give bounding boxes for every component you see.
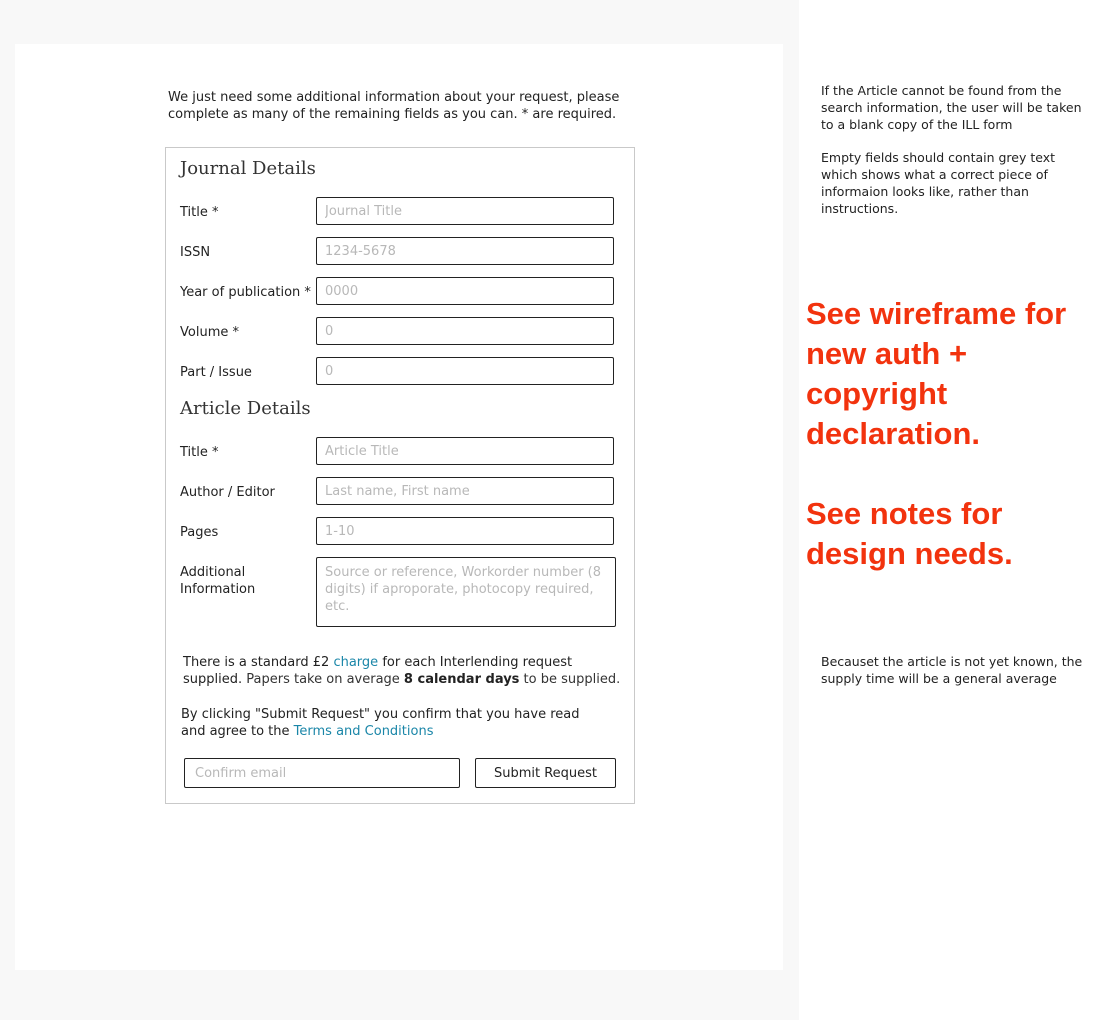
note-wireframe: See wireframe for new auth + copyright d… <box>806 296 1067 451</box>
issue-label: Part / Issue <box>180 365 252 380</box>
article-details-heading: Article Details <box>180 398 311 419</box>
volume-label: Volume * <box>180 325 239 340</box>
confirm-email-input[interactable] <box>184 758 460 788</box>
year-input[interactable] <box>316 277 614 305</box>
pages-input[interactable] <box>316 517 614 545</box>
charge-notice: There is a standard £2 charge for each I… <box>183 654 623 688</box>
pages-label: Pages <box>180 525 219 540</box>
note-article-not-found: If the Article cannot be found from the … <box>821 83 1082 132</box>
intro-text: We just need some additional information… <box>168 90 620 122</box>
author-label: Author / Editor <box>180 485 275 500</box>
terms-link[interactable]: Terms and Conditions <box>294 724 434 739</box>
article-title-input[interactable] <box>316 437 614 465</box>
charge-text-before: There is a standard £2 <box>183 655 334 670</box>
supply-days: 8 calendar days <box>403 672 520 687</box>
author-input[interactable] <box>316 477 614 505</box>
issue-input[interactable] <box>316 357 614 385</box>
volume-input[interactable] <box>316 317 614 345</box>
article-title-label: Title * <box>180 445 219 460</box>
journal-title-input[interactable] <box>316 197 614 225</box>
terms-notice: By clicking "Submit Request" you confirm… <box>181 706 601 740</box>
charge-text-after: to be supplied. <box>519 672 621 687</box>
additional-info-textarea[interactable] <box>316 557 616 627</box>
journal-title-label: Title * <box>180 205 219 220</box>
journal-details-heading: Journal Details <box>180 158 316 179</box>
note-design: See notes for design needs. <box>806 496 1013 571</box>
note-supply-time: Becauset the article is not yet known, t… <box>821 654 1083 686</box>
issn-label: ISSN <box>180 245 211 260</box>
additional-info-label: Additional Information <box>180 565 256 597</box>
issn-input[interactable] <box>316 237 614 265</box>
note-empty-fields: Empty fields should contain grey text wh… <box>821 150 1056 216</box>
submit-request-button[interactable]: Submit Request <box>475 758 616 788</box>
charge-link[interactable]: charge <box>333 655 378 670</box>
ill-request-form: Journal Details Title * ISSN Year of pub… <box>165 147 635 804</box>
charge-text-papers: Papers take on average <box>242 672 404 687</box>
year-label: Year of publication * <box>180 285 311 300</box>
